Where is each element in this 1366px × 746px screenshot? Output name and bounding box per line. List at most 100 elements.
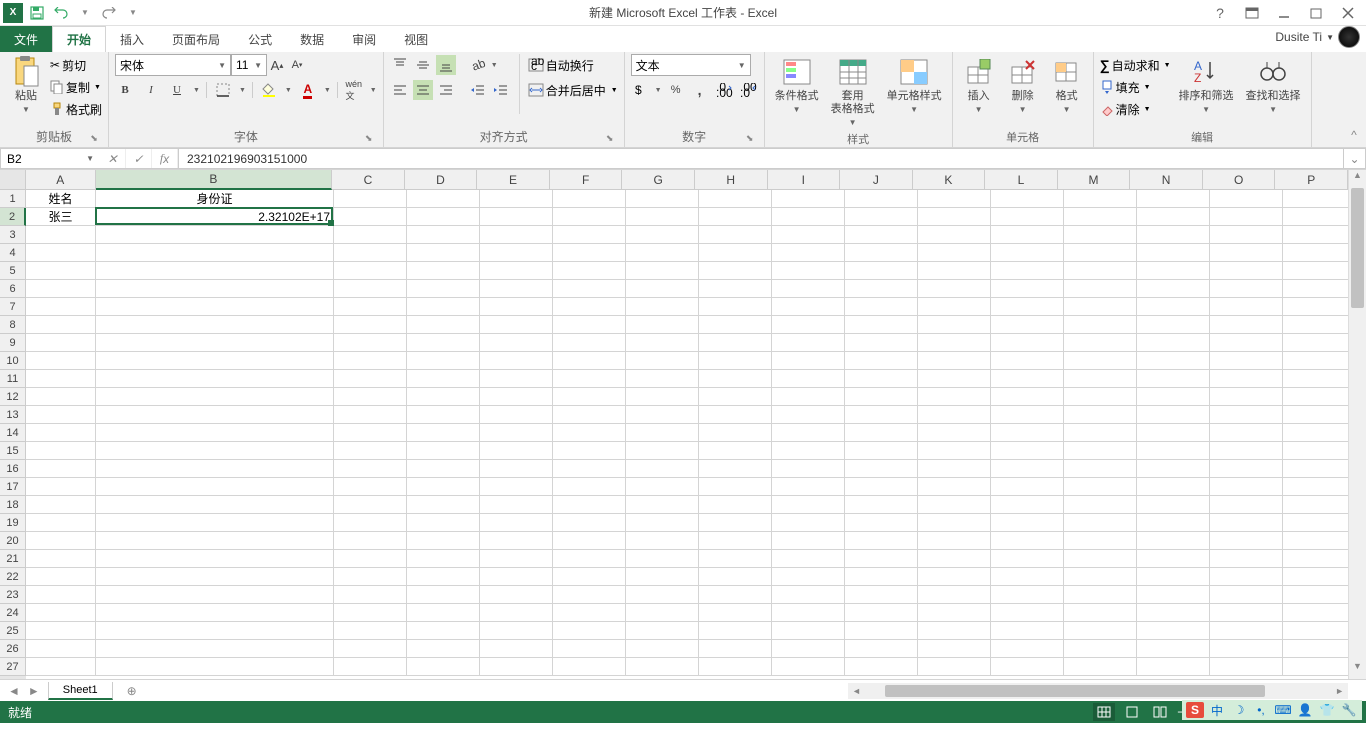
cell[interactable]: [845, 406, 918, 424]
accounting-format-icon[interactable]: $: [631, 80, 651, 100]
cell[interactable]: [845, 568, 918, 586]
cell[interactable]: [772, 424, 845, 442]
cell[interactable]: [626, 514, 699, 532]
cell[interactable]: [845, 460, 918, 478]
cell[interactable]: [407, 388, 480, 406]
cell[interactable]: [407, 334, 480, 352]
cell[interactable]: [1210, 568, 1283, 586]
cell[interactable]: [991, 604, 1064, 622]
cell[interactable]: [1283, 568, 1348, 586]
cell[interactable]: [991, 532, 1064, 550]
cell[interactable]: [334, 352, 407, 370]
cell[interactable]: [407, 586, 480, 604]
cell[interactable]: [480, 568, 553, 586]
insert-cells-button[interactable]: 插入▼: [959, 54, 999, 116]
cell[interactable]: [772, 316, 845, 334]
cell[interactable]: [26, 280, 96, 298]
cell[interactable]: [991, 244, 1064, 262]
fill-color-button[interactable]: [259, 80, 279, 100]
cell[interactable]: [1064, 388, 1137, 406]
cell[interactable]: [553, 550, 626, 568]
cell[interactable]: [334, 370, 407, 388]
cell[interactable]: [699, 244, 772, 262]
cell[interactable]: [553, 442, 626, 460]
cell[interactable]: [626, 190, 699, 208]
cell[interactable]: [991, 316, 1064, 334]
cell[interactable]: [845, 334, 918, 352]
cell[interactable]: [626, 568, 699, 586]
cell[interactable]: [845, 478, 918, 496]
bold-button[interactable]: B: [115, 80, 135, 100]
cell[interactable]: [699, 460, 772, 478]
cell[interactable]: [1137, 622, 1210, 640]
cell[interactable]: [407, 496, 480, 514]
cell[interactable]: [26, 568, 96, 586]
cell[interactable]: [1210, 514, 1283, 532]
cell[interactable]: [772, 280, 845, 298]
cell[interactable]: [553, 316, 626, 334]
sheet-tab-active[interactable]: Sheet1: [48, 682, 113, 700]
cell[interactable]: [334, 280, 407, 298]
cell[interactable]: [407, 262, 480, 280]
cell[interactable]: [699, 640, 772, 658]
cell[interactable]: [772, 622, 845, 640]
column-header-L[interactable]: L: [985, 170, 1058, 190]
cell[interactable]: [1137, 496, 1210, 514]
cell[interactable]: [1137, 424, 1210, 442]
cell[interactable]: [26, 334, 96, 352]
cell[interactable]: [845, 622, 918, 640]
underline-button[interactable]: U: [167, 80, 187, 100]
cell[interactable]: [407, 460, 480, 478]
font-launcher[interactable]: ⬊: [363, 133, 375, 145]
fx-icon[interactable]: fx: [152, 149, 178, 168]
cell[interactable]: [553, 370, 626, 388]
row-header-9[interactable]: 9: [0, 334, 26, 352]
cell[interactable]: [1210, 406, 1283, 424]
cell[interactable]: [1210, 298, 1283, 316]
cell[interactable]: [1064, 514, 1137, 532]
page-layout-view-icon[interactable]: [1121, 703, 1143, 721]
cell[interactable]: [1283, 334, 1348, 352]
cell[interactable]: [991, 334, 1064, 352]
cell[interactable]: [772, 226, 845, 244]
cell[interactable]: [26, 226, 96, 244]
cell[interactable]: [699, 604, 772, 622]
cell[interactable]: [918, 496, 991, 514]
cell[interactable]: [480, 406, 553, 424]
align-left-icon[interactable]: [390, 80, 410, 100]
formula-input[interactable]: 232102196903151000: [179, 148, 1344, 169]
cell[interactable]: [96, 442, 334, 460]
cell[interactable]: [991, 514, 1064, 532]
cell[interactable]: [26, 604, 96, 622]
cell[interactable]: [1210, 496, 1283, 514]
cell[interactable]: [1064, 262, 1137, 280]
cell[interactable]: [407, 568, 480, 586]
cell[interactable]: [699, 496, 772, 514]
hscroll-thumb[interactable]: [885, 685, 1265, 697]
cell[interactable]: [772, 640, 845, 658]
cell[interactable]: [991, 370, 1064, 388]
cell[interactable]: [1064, 424, 1137, 442]
cell[interactable]: [26, 298, 96, 316]
cell[interactable]: [918, 442, 991, 460]
cell[interactable]: [918, 424, 991, 442]
cell[interactable]: [480, 622, 553, 640]
row-header-3[interactable]: 3: [0, 226, 26, 244]
number-launcher[interactable]: ⬊: [744, 133, 756, 145]
cell[interactable]: 姓名: [26, 190, 96, 208]
cell[interactable]: [553, 622, 626, 640]
cell[interactable]: [918, 370, 991, 388]
cell[interactable]: [96, 496, 334, 514]
cell[interactable]: [407, 532, 480, 550]
column-header-A[interactable]: A: [26, 170, 96, 190]
cell[interactable]: [1283, 658, 1348, 676]
cell[interactable]: [699, 334, 772, 352]
cell[interactable]: [918, 226, 991, 244]
cell[interactable]: [1210, 424, 1283, 442]
cell[interactable]: [26, 550, 96, 568]
cell[interactable]: [1137, 586, 1210, 604]
clear-button[interactable]: 清除▼: [1100, 98, 1171, 120]
cell[interactable]: [407, 298, 480, 316]
cell[interactable]: [1064, 244, 1137, 262]
copy-button[interactable]: 复制▼: [50, 76, 102, 98]
